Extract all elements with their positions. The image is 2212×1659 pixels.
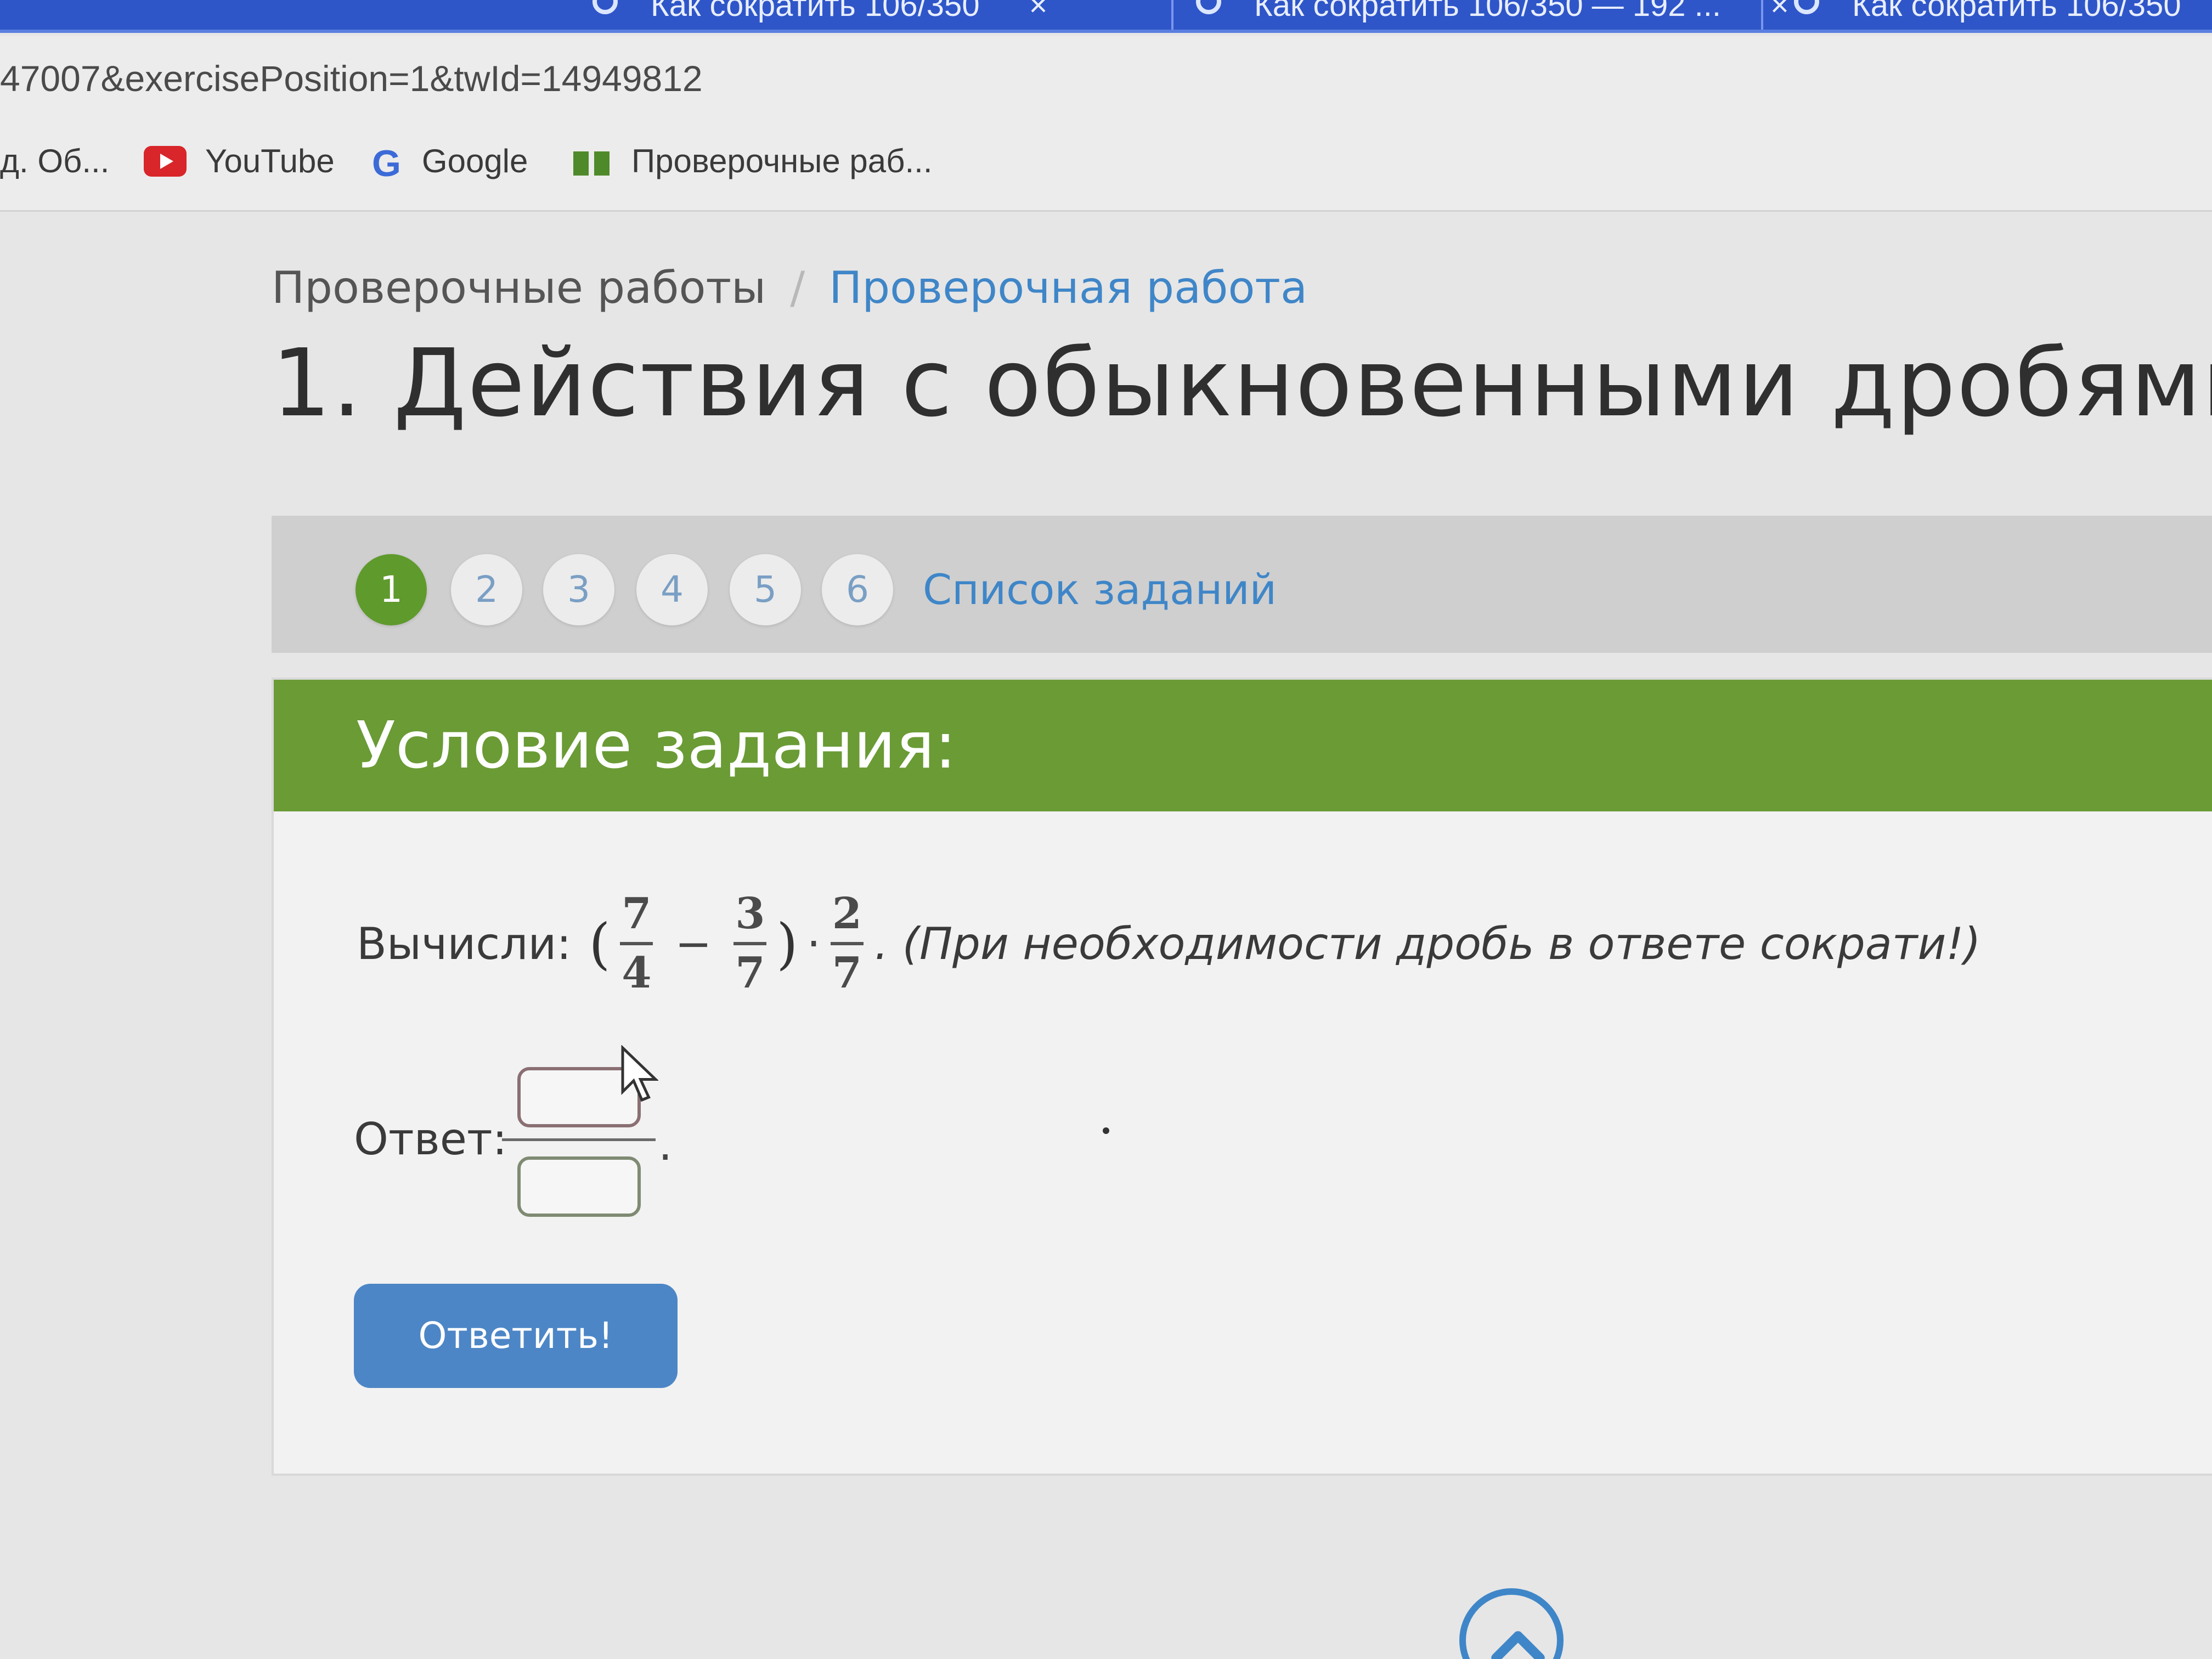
bookmark-label: YouTube — [205, 143, 335, 179]
url-text[interactable]: 47007&exercisePosition=1&twId=14949812 — [0, 58, 703, 99]
question-label: Вычисли: — [357, 918, 572, 969]
fraction-denominator: 7 — [832, 948, 862, 998]
breadcrumb: Проверочные работы / Проверочная работа — [272, 262, 1307, 313]
page-title: 1. Действия с обыкновенными дробями — [272, 329, 2212, 438]
bookmark-item[interactable]: д. Об... — [0, 139, 109, 183]
question-text: Вычисли: ( 7 4 − 3 7 ) · 2 7 . (При необ… — [357, 878, 1981, 1009]
breadcrumb-parent-link[interactable]: Проверочные работы — [272, 262, 766, 313]
step-6-button[interactable]: 6 — [822, 554, 893, 625]
breadcrumb-separator: / — [790, 262, 805, 313]
fraction-numerator: 7 — [622, 889, 652, 939]
task-list-link[interactable]: Список заданий — [923, 560, 1277, 620]
fraction-numerator: 3 — [735, 889, 765, 939]
fraction-numerator: 2 — [832, 889, 862, 939]
question-note: . (При необходимости дробь в ответе сокр… — [874, 918, 1981, 969]
search-icon — [1794, 0, 1819, 14]
browser-tab-label: Как сократить 106/350 — [1852, 0, 2181, 23]
step-3-button[interactable]: 3 — [543, 554, 614, 625]
fraction-bar — [620, 942, 653, 945]
fraction-7-4: 7 4 — [620, 889, 653, 998]
step-1-button[interactable]: 1 — [356, 554, 427, 625]
task-panel-header: Условие задания: — [274, 680, 2212, 811]
close-icon[interactable]: × — [1770, 0, 1789, 21]
browser-tab-label: Как сократить 106/350 — 192 ... — [1254, 0, 1722, 23]
bookmark-label: Проверочные раб... — [631, 143, 933, 179]
fraction-bar — [733, 942, 767, 945]
browser-tab-strip: Как сократить 106/350 × Как сократить 106… — [0, 0, 2212, 33]
tab-separator — [1761, 0, 1763, 30]
chevron-up-icon — [1491, 1631, 1545, 1659]
fraction-denominator: 4 — [622, 948, 652, 998]
close-paren: ) — [776, 911, 798, 976]
answer-fraction-bar — [502, 1138, 656, 1141]
minus-sign: − — [675, 918, 712, 969]
step-4-button[interactable]: 4 — [636, 554, 708, 625]
breadcrumb-current-link[interactable]: Проверочная работа — [829, 262, 1307, 313]
youtube-icon — [144, 146, 187, 177]
browser-tab[interactable]: Как сократить 106/350 × — [592, 0, 1047, 30]
yaklass-icon — [573, 151, 610, 176]
bookmark-label: д. Об... — [0, 143, 110, 179]
answer-period: . — [658, 1119, 673, 1170]
mouse-pointer-icon — [620, 1045, 659, 1108]
search-icon — [592, 0, 618, 14]
scroll-to-top-button[interactable] — [1459, 1588, 1564, 1659]
bookmark-yaklass[interactable]: Проверочные раб... — [573, 139, 933, 183]
task-panel-title: Условие задания: — [356, 707, 957, 783]
fraction-2-7: 2 7 — [830, 889, 864, 998]
browser-tab-label: Как сократить 106/350 — [651, 0, 980, 23]
browser-tab[interactable]: Как сократить 106/350 — [1794, 0, 2181, 30]
open-paren: ( — [589, 911, 611, 976]
google-icon: G — [372, 143, 401, 185]
browser-tab[interactable]: Как сократить 106/350 — 192 ... × — [1196, 0, 1789, 30]
submit-answer-button[interactable]: Ответить! — [354, 1284, 678, 1388]
bookmark-google[interactable]: G Google — [372, 139, 528, 185]
fraction-bar — [830, 942, 864, 945]
multiply-sign: · — [806, 918, 821, 969]
answer-denominator-input[interactable] — [517, 1156, 641, 1217]
fraction-denominator: 7 — [735, 948, 765, 998]
close-icon[interactable]: × — [1029, 0, 1048, 21]
answer-label: Ответ: — [354, 1114, 507, 1165]
bookmark-label: Google — [421, 143, 528, 179]
step-2-button[interactable]: 2 — [451, 554, 522, 625]
step-5-button[interactable]: 5 — [730, 554, 801, 625]
fraction-3-7: 3 7 — [733, 889, 767, 998]
search-icon — [1196, 0, 1221, 14]
bookmark-youtube[interactable]: YouTube — [144, 139, 335, 183]
tab-separator — [1171, 0, 1173, 30]
screen-speck — [1103, 1127, 1109, 1134]
